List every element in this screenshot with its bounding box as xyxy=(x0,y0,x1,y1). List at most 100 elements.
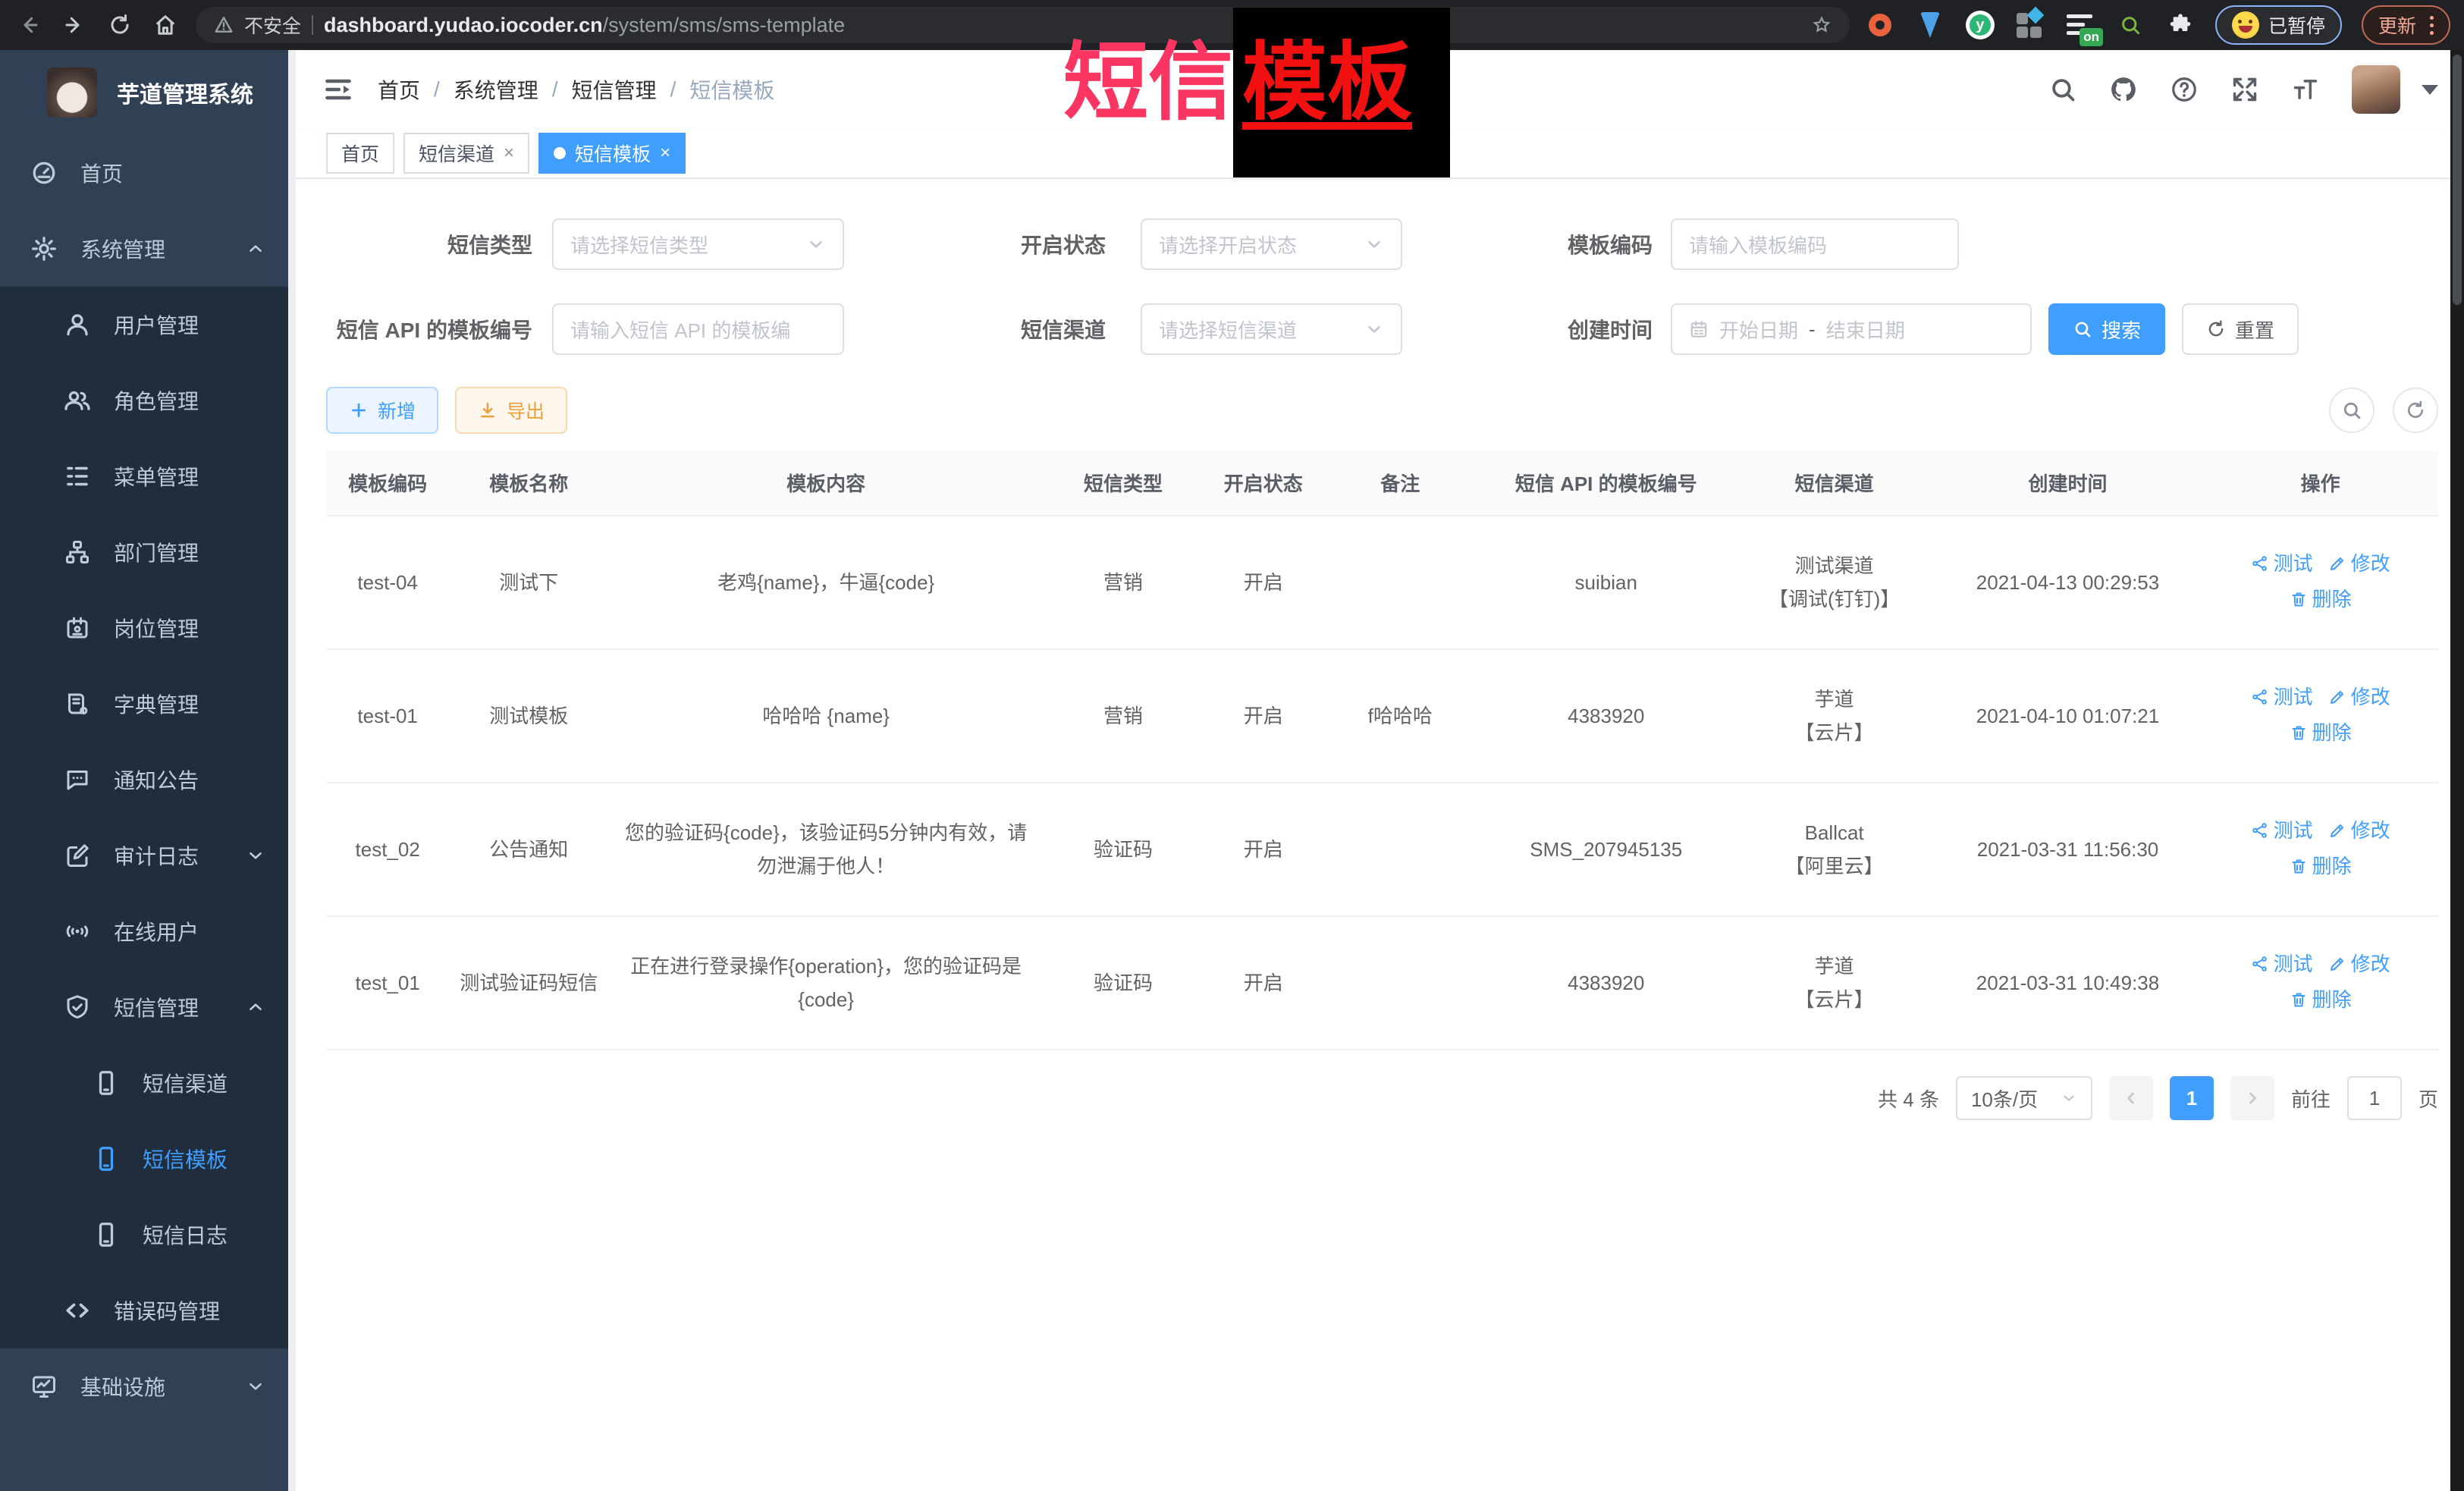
close-icon[interactable]: × xyxy=(504,143,514,164)
sidebar-item-sms-template[interactable]: 短信模板 xyxy=(0,1121,296,1197)
table-header-row: 模板编码 模板名称 模板内容 短信类型 开启状态 备注 短信 API 的模板编号… xyxy=(326,450,2438,516)
browser-forward-button[interactable] xyxy=(59,10,89,40)
sidebar-item-system-management[interactable]: 系统管理 xyxy=(0,211,296,287)
test-link[interactable]: 测试 xyxy=(2251,547,2313,580)
sidebar-item-sms-channel[interactable]: 短信渠道 xyxy=(0,1045,296,1121)
font-size-icon[interactable] xyxy=(2291,75,2320,104)
close-icon[interactable]: × xyxy=(660,143,670,164)
extension-list-on-icon[interactable]: on xyxy=(2065,10,2095,40)
extensions-puzzle-icon[interactable] xyxy=(2165,10,2196,40)
extension-green-y-icon[interactable]: y xyxy=(1965,10,1995,40)
col-remark: 备注 xyxy=(1324,450,1477,516)
search-button[interactable]: 搜索 xyxy=(2048,303,2165,355)
template-code-input[interactable]: 请输入模板编码 xyxy=(1671,218,1959,270)
export-button[interactable]: 导出 xyxy=(455,387,567,434)
github-icon[interactable] xyxy=(2109,75,2138,104)
sidebar-item-online-users[interactable]: 在线用户 xyxy=(0,893,296,969)
breadcrumb-current: 短信模板 xyxy=(689,74,774,105)
scrollbar-thumb[interactable] xyxy=(2453,55,2462,305)
col-api-template-id: 短信 API 的模板编号 xyxy=(1477,450,1735,516)
sidebar-scrollbar[interactable] xyxy=(288,50,296,1491)
share-icon xyxy=(2251,955,2269,973)
address-bar[interactable]: 不安全 dashboard.yudao.iocoder.cn/system/sm… xyxy=(196,7,1850,43)
table-row: test-04 测试下 老鸡{name}，牛逼{code} 营销 开启 suib… xyxy=(326,516,2438,649)
profile-paused-button[interactable]: 已暂停 xyxy=(2215,5,2342,45)
sidebar-item-role-management[interactable]: 角色管理 xyxy=(0,363,296,438)
page-size-select[interactable]: 10条/页 xyxy=(1956,1076,2092,1120)
breadcrumb-home[interactable]: 首页 xyxy=(378,74,420,105)
sidebar-item-home[interactable]: 首页 xyxy=(0,135,296,211)
filter-row-2: 短信 API 的模板编号 请输入短信 API 的模板编 短信渠道 请选择短信渠道… xyxy=(326,302,2438,356)
table-row: test_02 公告通知 您的验证码{code}，该验证码5分钟内有效，请勿泄漏… xyxy=(326,783,2438,916)
edit-log-icon xyxy=(64,842,91,869)
sidebar-item-audit-log[interactable]: 审计日志 xyxy=(0,818,296,893)
delete-link[interactable]: 删除 xyxy=(2290,849,2352,883)
next-page-button[interactable] xyxy=(2230,1076,2274,1120)
reset-button[interactable]: 重置 xyxy=(2182,303,2299,355)
users-icon xyxy=(64,387,91,414)
browser-reload-button[interactable] xyxy=(105,10,135,40)
tag-home[interactable]: 首页 xyxy=(326,133,394,174)
edit-link[interactable]: 修改 xyxy=(2328,814,2390,847)
sms-type-select[interactable]: 请选择短信类型 xyxy=(552,218,844,270)
sidebar-item-user-management[interactable]: 用户管理 xyxy=(0,287,296,363)
breadcrumb-sms[interactable]: 短信管理 xyxy=(572,74,657,105)
share-icon xyxy=(2251,554,2269,573)
api-template-id-input[interactable]: 请输入短信 API 的模板编 xyxy=(552,303,844,355)
extension-magnifier-icon[interactable] xyxy=(2115,10,2145,40)
sidebar-item-sms-log[interactable]: 短信日志 xyxy=(0,1197,296,1273)
shield-check-icon xyxy=(64,993,91,1021)
search-icon[interactable] xyxy=(2048,75,2077,104)
browser-home-button[interactable] xyxy=(150,10,180,40)
browser-back-button[interactable] xyxy=(14,10,44,40)
dictionary-book-icon xyxy=(64,690,91,717)
sms-channel-select[interactable]: 请选择短信渠道 xyxy=(1141,303,1402,355)
bookmark-star-icon[interactable] xyxy=(1812,15,1832,35)
refresh-table-button[interactable] xyxy=(2393,388,2438,433)
sidebar-item-dept-management[interactable]: 部门管理 xyxy=(0,514,296,590)
breadcrumb-system[interactable]: 系统管理 xyxy=(454,74,538,105)
user-avatar[interactable] xyxy=(2352,65,2400,114)
page-url: dashboard.yudao.iocoder.cn/system/sms/sm… xyxy=(324,14,845,37)
sidebar-collapse-icon[interactable] xyxy=(322,73,355,106)
tag-sms-channel[interactable]: 短信渠道 × xyxy=(403,133,529,174)
test-link[interactable]: 测试 xyxy=(2251,814,2313,847)
delete-link[interactable]: 删除 xyxy=(2290,582,2352,616)
extension-blue-pin-icon[interactable] xyxy=(1915,10,1945,40)
avatar-caret-down-icon[interactable] xyxy=(2422,85,2438,95)
help-icon[interactable] xyxy=(2170,75,2199,104)
sidebar-item-error-code[interactable]: 错误码管理 xyxy=(0,1273,296,1348)
prev-page-button[interactable] xyxy=(2109,1076,2153,1120)
fullscreen-icon[interactable] xyxy=(2230,75,2259,104)
app-logo-row: 芋道管理系统 xyxy=(0,50,296,135)
edit-link[interactable]: 修改 xyxy=(2328,547,2390,580)
sidebar-item-notice[interactable]: 通知公告 xyxy=(0,742,296,818)
test-link[interactable]: 测试 xyxy=(2251,947,2313,981)
delete-link[interactable]: 删除 xyxy=(2290,716,2352,749)
edit-link[interactable]: 修改 xyxy=(2328,947,2390,981)
delete-link[interactable]: 删除 xyxy=(2290,983,2352,1016)
sidebar-item-post-management[interactable]: 岗位管理 xyxy=(0,590,296,666)
page-content: 短信类型 请选择短信类型 开启状态 请选择开启状态 模板编码 请输入模板编码 xyxy=(296,179,2464,1491)
browser-menu-icon[interactable] xyxy=(2430,16,2434,35)
browser-update-button[interactable]: 更新 xyxy=(2362,5,2450,45)
goto-page-input[interactable]: 1 xyxy=(2347,1076,2402,1120)
create-time-range-picker[interactable]: 开始日期 - 结束日期 xyxy=(1671,303,2032,355)
sidebar-item-sms-management[interactable]: 短信管理 xyxy=(0,969,296,1045)
tag-sms-template[interactable]: 短信模板 × xyxy=(538,133,686,174)
extension-grid-icon[interactable] xyxy=(2015,10,2045,40)
api-template-id-label: 短信 API 的模板编号 xyxy=(326,314,532,344)
test-link[interactable]: 测试 xyxy=(2251,680,2313,714)
open-status-select[interactable]: 请选择开启状态 xyxy=(1141,218,1402,270)
pencil-icon xyxy=(2328,688,2346,706)
sidebar-item-dict-management[interactable]: 字典管理 xyxy=(0,666,296,742)
page-scrollbar[interactable] xyxy=(2450,50,2464,1491)
page-number-1[interactable]: 1 xyxy=(2170,1076,2214,1120)
edit-link[interactable]: 修改 xyxy=(2328,680,2390,714)
extension-orange-ring-icon[interactable] xyxy=(1865,10,1895,40)
show-search-button[interactable] xyxy=(2329,388,2375,433)
goto-label: 前往 xyxy=(2291,1085,2331,1113)
sidebar-item-infrastructure[interactable]: 基础设施 xyxy=(0,1348,296,1424)
sidebar-item-menu-management[interactable]: 菜单管理 xyxy=(0,438,296,514)
add-button[interactable]: 新增 xyxy=(326,387,438,434)
